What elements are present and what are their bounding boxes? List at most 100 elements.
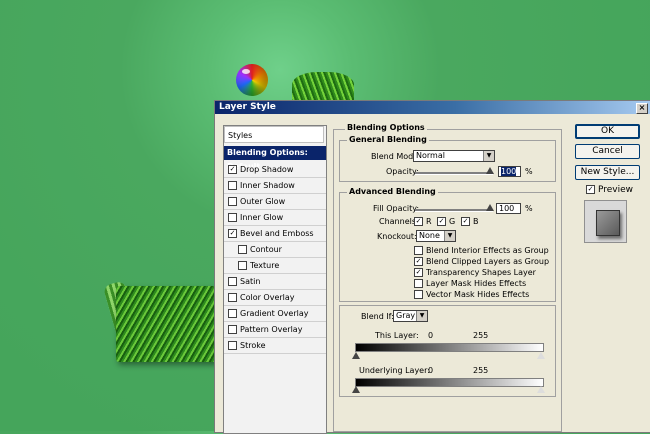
option-checkbox[interactable] <box>414 246 423 255</box>
option-vector-mask-hides-effects[interactable]: Vector Mask Hides Effects <box>414 290 529 299</box>
style-item-checkbox[interactable] <box>228 213 237 222</box>
style-item-label: Contour <box>250 245 282 254</box>
fill-opacity-value: 100 <box>499 204 515 213</box>
rainbow-ball-artwork <box>236 64 268 96</box>
preview-square <box>596 210 620 236</box>
underlying-layer-max: 255 <box>473 366 489 375</box>
style-item-outer-glow[interactable]: Outer Glow <box>224 194 326 210</box>
style-item-drop-shadow[interactable]: ✓ Drop Shadow <box>224 162 326 178</box>
style-item-checkbox[interactable] <box>228 197 237 206</box>
style-item-inner-shadow[interactable]: Inner Shadow <box>224 178 326 194</box>
style-item-checkbox[interactable] <box>228 325 237 334</box>
channel-label: R <box>426 217 432 226</box>
grass-block-artwork <box>116 286 216 362</box>
knockout-select[interactable]: None ▼ <box>416 230 456 242</box>
style-item-label: Bevel and Emboss <box>240 229 314 238</box>
style-item-checkbox[interactable] <box>228 293 237 302</box>
style-item-checkbox[interactable] <box>228 277 237 286</box>
fill-opacity-input[interactable]: 100 <box>496 203 521 214</box>
option-checkbox[interactable] <box>414 290 423 299</box>
channel-r[interactable]: ✓ R <box>414 217 432 226</box>
chevron-down-icon[interactable]: ▼ <box>416 311 427 321</box>
channel-label: B <box>473 217 479 226</box>
channel-g[interactable]: ✓ G <box>437 217 455 226</box>
style-item-label: Pattern Overlay <box>240 325 303 334</box>
this-layer-max: 255 <box>473 331 489 340</box>
option-blend-interior-effects-as-group[interactable]: Blend Interior Effects as Group <box>414 246 549 255</box>
style-item-inner-glow[interactable]: Inner Glow <box>224 210 326 226</box>
close-icon[interactable]: × <box>636 103 648 114</box>
style-preview-thumbnail <box>584 200 627 243</box>
channel-checkbox[interactable]: ✓ <box>414 217 423 226</box>
this-layer-white-slider[interactable] <box>537 352 545 359</box>
option-transparency-shapes-layer[interactable]: ✓ Transparency Shapes Layer <box>414 268 536 277</box>
this-layer-min: 0 <box>428 331 434 340</box>
style-item-checkbox[interactable] <box>238 261 247 270</box>
blending-options-item[interactable]: Blending Options: Default <box>224 146 326 171</box>
option-label: Vector Mask Hides Effects <box>426 290 530 299</box>
preview-checkbox[interactable]: ✓ <box>586 185 595 194</box>
style-item-satin[interactable]: Satin <box>224 274 326 290</box>
channel-checkbox[interactable]: ✓ <box>461 217 470 226</box>
option-layer-mask-hides-effects[interactable]: Layer Mask Hides Effects <box>414 279 526 288</box>
style-item-checkbox[interactable] <box>238 245 247 254</box>
blend-if-value: Gray <box>396 311 416 320</box>
this-layer-black-slider[interactable] <box>352 352 360 359</box>
dialog-titlebar[interactable]: Layer Style × <box>215 101 650 114</box>
style-item-label: Inner Glow <box>240 213 284 222</box>
fill-opacity-slider[interactable] <box>415 209 493 212</box>
new-style-button[interactable]: New Style... <box>575 165 640 180</box>
knockout-label: Knockout: <box>377 232 417 241</box>
chevron-down-icon[interactable]: ▼ <box>444 231 455 241</box>
blending-options-title: Blending Options <box>345 123 427 132</box>
option-checkbox[interactable] <box>414 279 423 288</box>
blend-if-label: Blend If: <box>361 312 394 321</box>
advanced-blending-title: Advanced Blending <box>347 187 438 196</box>
channel-b[interactable]: ✓ B <box>461 217 479 226</box>
opacity-input[interactable]: 100 <box>498 166 521 177</box>
option-blend-clipped-layers-as-group[interactable]: ✓ Blend Clipped Layers as Group <box>414 257 549 266</box>
blend-if-select[interactable]: Gray ▼ <box>393 310 428 322</box>
opacity-unit: % <box>525 167 533 176</box>
style-item-label: Drop Shadow <box>240 165 294 174</box>
style-item-checkbox[interactable] <box>228 341 237 350</box>
preview-toggle[interactable]: ✓ Preview <box>586 185 633 195</box>
option-label: Blend Interior Effects as Group <box>426 246 549 255</box>
opacity-slider-thumb[interactable] <box>486 167 494 174</box>
style-item-stroke[interactable]: Stroke <box>224 338 326 354</box>
style-item-label: Color Overlay <box>240 293 295 302</box>
style-item-bevel-and-emboss[interactable]: ✓ Bevel and Emboss <box>224 226 326 242</box>
layer-style-dialog: Layer Style × Styles Blending Options: D… <box>214 100 650 434</box>
underlying-white-slider[interactable] <box>537 386 545 393</box>
channel-checkbox[interactable]: ✓ <box>437 217 446 226</box>
cancel-button[interactable]: Cancel <box>575 144 640 159</box>
style-item-color-overlay[interactable]: Color Overlay <box>224 290 326 306</box>
opacity-slider[interactable] <box>415 172 493 175</box>
style-item-texture[interactable]: Texture <box>224 258 326 274</box>
dialog-title: Layer Style <box>219 102 276 112</box>
style-item-label: Texture <box>250 261 280 270</box>
knockout-value: None <box>419 231 440 240</box>
ok-button[interactable]: OK <box>575 124 640 139</box>
blend-mode-select[interactable]: Normal ▼ <box>413 150 495 162</box>
style-item-contour[interactable]: Contour <box>224 242 326 258</box>
style-item-pattern-overlay[interactable]: Pattern Overlay <box>224 322 326 338</box>
option-checkbox[interactable]: ✓ <box>414 257 423 266</box>
option-checkbox[interactable]: ✓ <box>414 268 423 277</box>
styles-list-panel: Styles Blending Options: Default ✓ Drop S… <box>223 125 327 434</box>
underlying-black-slider[interactable] <box>352 386 360 393</box>
style-item-label: Satin <box>240 277 261 286</box>
styles-header[interactable]: Styles <box>224 126 324 143</box>
fill-opacity-label: Fill Opacity: <box>373 204 420 213</box>
chevron-down-icon[interactable]: ▼ <box>483 151 494 161</box>
option-label: Layer Mask Hides Effects <box>426 279 527 288</box>
style-item-checkbox[interactable] <box>228 309 237 318</box>
fill-opacity-slider-thumb[interactable] <box>486 204 494 211</box>
style-item-gradient-overlay[interactable]: Gradient Overlay <box>224 306 326 322</box>
style-item-checkbox[interactable]: ✓ <box>228 165 237 174</box>
style-item-checkbox[interactable] <box>228 181 237 190</box>
underlying-layer-gradient <box>355 378 544 387</box>
style-item-checkbox[interactable]: ✓ <box>228 229 237 238</box>
option-label: Transparency Shapes Layer <box>426 268 536 277</box>
fill-opacity-unit: % <box>525 204 533 213</box>
